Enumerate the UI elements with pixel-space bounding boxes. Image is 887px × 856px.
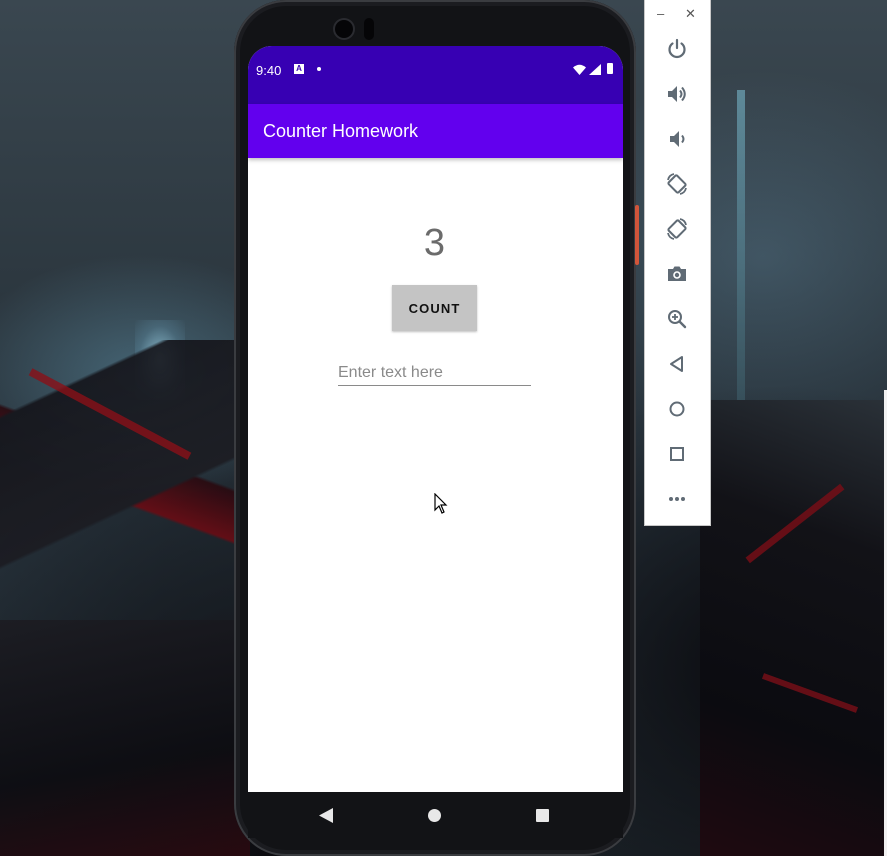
device-screen: 9:40 A Counter Homework 3 COUNT xyxy=(248,46,623,792)
app-title: Counter Homework xyxy=(263,121,419,141)
system-nav-bar xyxy=(248,792,623,838)
nav-back-icon[interactable] xyxy=(319,808,333,823)
home-icon xyxy=(669,401,685,417)
background-dragon-bottom xyxy=(0,620,250,856)
overview-icon xyxy=(670,447,684,461)
emulator-home-button[interactable] xyxy=(665,397,689,421)
more-icon xyxy=(669,497,685,501)
rotate-left-button[interactable] xyxy=(665,172,689,196)
app-bar: Counter Homework xyxy=(248,104,623,158)
zoom-icon xyxy=(668,310,687,329)
cell-signal-icon xyxy=(589,64,601,75)
count-display: 3 xyxy=(423,222,446,264)
more-options-button[interactable] xyxy=(665,487,689,511)
rotate-left-icon xyxy=(667,173,687,195)
emulator-back-button[interactable] xyxy=(665,352,689,376)
zoom-button[interactable] xyxy=(665,307,689,331)
text-input[interactable] xyxy=(338,361,531,386)
rotate-right-icon xyxy=(667,218,687,240)
emulator-toolbar: – ✕ xyxy=(645,0,710,525)
nav-recents-icon[interactable] xyxy=(536,809,549,822)
battery-icon xyxy=(607,63,613,74)
minimize-button[interactable]: – xyxy=(657,6,664,21)
phone-side-button[interactable] xyxy=(635,205,639,265)
status-time: 9:40 xyxy=(256,63,282,78)
status-bar: 9:40 A xyxy=(248,46,623,104)
nav-home-icon[interactable] xyxy=(428,809,441,822)
background-lamp-post xyxy=(737,90,745,430)
mouse-cursor-icon xyxy=(434,493,448,514)
back-icon xyxy=(670,356,683,372)
emulator-overview-button[interactable] xyxy=(665,442,689,466)
volume-down-button[interactable] xyxy=(665,127,689,151)
close-button[interactable]: ✕ xyxy=(685,6,696,22)
earpiece xyxy=(364,18,374,40)
notification-a-icon: A xyxy=(294,64,304,74)
rotate-right-button[interactable] xyxy=(665,217,689,241)
screenshot-button[interactable] xyxy=(665,262,689,286)
volume-up-button[interactable] xyxy=(665,82,689,106)
power-button[interactable] xyxy=(665,37,689,61)
volume-down-icon xyxy=(670,131,685,147)
front-camera xyxy=(335,20,353,38)
wifi-icon xyxy=(573,64,586,75)
power-icon xyxy=(668,38,686,59)
count-button[interactable]: COUNT xyxy=(392,285,477,331)
notification-dot-icon xyxy=(317,67,321,71)
background-dragon-right xyxy=(700,400,887,856)
volume-up-icon xyxy=(668,86,686,102)
camera-icon xyxy=(668,266,686,281)
